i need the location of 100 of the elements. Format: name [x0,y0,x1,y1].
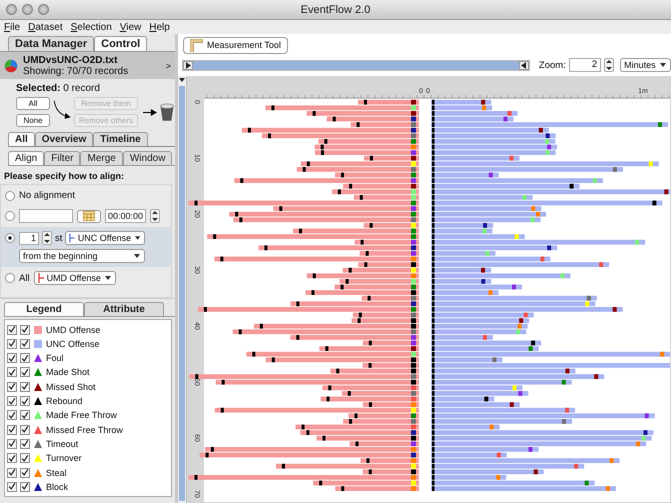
legend-label: Made Shot [46,367,90,378]
legend-label: Foul [46,353,64,364]
view-tab[interactable]: All [8,132,35,146]
view-tab[interactable]: Overview [34,132,94,146]
spinner-button[interactable] [150,209,160,223]
align-heading: Please specify how to align: [3,170,126,183]
trash-can-icon [159,102,175,122]
caret-icon [659,62,667,68]
checkbox[interactable] [20,410,30,420]
checkbox[interactable] [7,396,17,406]
zoom-field[interactable]: 2 [568,58,602,72]
triangle-icon [186,62,190,68]
checkbox[interactable] [20,453,30,464]
caret-icon [134,235,142,241]
flag-icon [69,233,75,243]
flag-icon [38,273,44,283]
menu-item[interactable]: Dataset [28,22,63,32]
radio-button[interactable] [5,211,15,221]
unit-dropdown[interactable]: Minutes [620,58,671,72]
option-label: No alignment [19,190,75,200]
menu-item[interactable]: Help [149,22,170,32]
legend-label: Missed Free Throw [46,424,123,435]
menu-item[interactable]: Selection [70,22,112,32]
dataset-name: UMDvsUNC-O2D.txt [23,54,118,66]
radio-button[interactable] [5,273,15,283]
measurement-tool-button[interactable]: Measurement Tool [183,36,288,54]
legend-label: Made Free Throw [46,410,117,420]
checkbox[interactable] [20,438,30,449]
slider-handle[interactable] [183,60,193,70]
window-title: EventFlow 2.0 [300,4,370,16]
legend-label: Rebound [46,396,83,406]
arrow-icon [143,108,157,116]
legend-tab[interactable]: Attribute [84,302,164,316]
menu-item[interactable]: View [120,22,142,32]
ruler-icon [190,38,203,52]
legend-label: Timeout [46,438,78,449]
checkbox[interactable] [20,382,30,392]
window-control-button[interactable] [6,4,17,15]
checkbox[interactable] [20,353,30,364]
window-control-button[interactable] [22,4,33,15]
menu-item[interactable]: File [4,22,20,32]
legend-label: UMD Offense [46,324,100,335]
legend-label: Turnover [46,453,82,464]
checkbox[interactable] [20,338,30,349]
checkbox[interactable] [7,338,17,349]
window-control-button[interactable] [38,4,49,15]
checkbox[interactable] [7,453,17,464]
checkbox[interactable] [7,424,17,435]
number-field[interactable]: 1 [19,232,39,244]
sub-tab[interactable]: Merge [80,151,123,165]
zoom-label: Zoom: [538,60,566,70]
checkbox[interactable] [7,324,17,335]
date-field[interactable] [19,209,73,223]
checkbox[interactable] [20,424,30,435]
ordinal-suffix: st [55,232,62,244]
checkbox[interactable] [7,382,17,392]
caret-icon [133,253,142,259]
checkbox[interactable] [7,438,17,449]
checkbox[interactable] [7,367,17,378]
event-dropdown[interactable]: UNC Offense [65,231,146,245]
sub-tab[interactable]: Filter [44,151,80,165]
legend-tab[interactable]: Legend [4,302,84,316]
legend-label: Block [46,482,68,492]
panel-tab[interactable]: Data Manager [8,36,94,51]
select-button[interactable]: All [16,97,50,110]
sub-tab[interactable]: Align [8,151,44,165]
caret-icon [104,275,112,281]
checkbox[interactable] [7,468,17,478]
record-count: Showing: 70/70 records [23,66,130,76]
checkbox[interactable] [20,367,30,378]
panel-tab[interactable]: Control [94,36,148,51]
slider-handle[interactable] [518,60,529,70]
select-button[interactable]: None [16,114,50,127]
dataset-header[interactable]: UMDvsUNC-O2D.txt Showing: 70/70 records > [0,52,175,79]
checkbox[interactable] [20,324,30,335]
spinner-button[interactable] [604,58,614,72]
chevron: > [166,60,171,70]
spinner-button[interactable] [42,231,52,245]
pie-chart-icon [4,58,18,72]
checkbox[interactable] [20,468,30,478]
sub-tab[interactable]: Window [122,151,172,165]
triangle-icon [521,62,526,68]
time-field[interactable]: 00:00:00 [105,209,146,223]
radio-button[interactable] [5,191,15,201]
from-dropdown[interactable]: from the beginning [19,249,146,263]
checkbox[interactable] [7,353,17,364]
radio-button[interactable] [5,233,15,243]
view-tab[interactable]: Timeline [93,132,148,146]
legend-label: Missed Shot [46,382,96,392]
legend-label: UNC Offense [46,338,100,349]
selection-status: Selected: 0 record [15,82,101,94]
checkbox[interactable] [20,482,30,492]
checkbox[interactable] [20,396,30,406]
event-dropdown[interactable]: UMD Offense [34,271,116,285]
legend-label: Steal [46,468,67,478]
checkbox[interactable] [7,410,17,420]
checkbox[interactable] [7,482,17,492]
scrollbar[interactable] [178,76,187,503]
calendar-button[interactable] [77,210,101,222]
caret-icon [178,76,186,84]
